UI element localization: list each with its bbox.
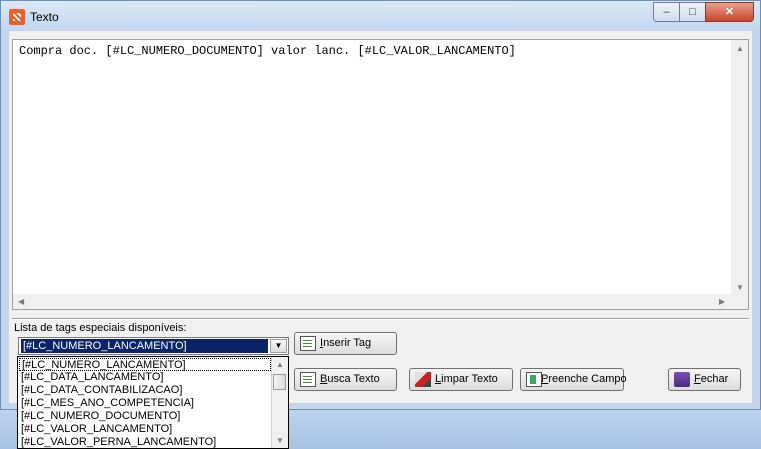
- separator: [12, 318, 749, 320]
- list-item[interactable]: [#LC_MES_ANO_COMPETENCIA]: [19, 397, 194, 410]
- text-window: Texto – □ ✕ Compra doc. [#LC_NUMERO_DOCU…: [0, 0, 761, 410]
- minimize-button[interactable]: –: [653, 2, 680, 22]
- list-item[interactable]: [#LC_NUMERO_LANCAMENTO]: [19, 358, 271, 371]
- scroll-up-icon[interactable]: ▲: [276, 360, 284, 369]
- app-icon: [9, 9, 25, 25]
- scroll-corner: [731, 294, 748, 309]
- exit-door-icon: [674, 372, 690, 387]
- tags-dropdown-list[interactable]: [#LC_NUMERO_LANCAMENTO] [#LC_DATA_LANCAM…: [17, 356, 289, 449]
- vertical-scrollbar[interactable]: ▲ ▼: [731, 40, 748, 295]
- dropdown-scrollbar[interactable]: ▲ ▼: [271, 357, 288, 448]
- list-item[interactable]: [#LC_DATA_LANCAMENTO]: [19, 371, 163, 384]
- list-item[interactable]: [#LC_VALOR_LANCAMENTO]: [19, 423, 172, 436]
- search-text-button[interactable]: Busca Texto: [294, 368, 397, 391]
- close-label: echar: [700, 373, 729, 385]
- dialog-content: Compra doc. [#LC_NUMERO_DOCUMENTO] valor…: [9, 31, 752, 403]
- clear-text-label: impar Texto: [441, 373, 498, 385]
- list-item[interactable]: [#LC_DATA_CONTABILIZACAO]: [19, 384, 182, 397]
- fill-field-label: reenche Campo: [548, 373, 627, 385]
- text-editor[interactable]: Compra doc. [#LC_NUMERO_DOCUMENTO] valor…: [12, 39, 749, 310]
- close-mnemonic: F: [694, 373, 701, 385]
- insert-tag-label: nserir Tag: [323, 337, 372, 349]
- scroll-down-icon[interactable]: ▼: [276, 436, 284, 445]
- fill-field-icon: [526, 372, 542, 387]
- chevron-down-icon[interactable]: ▼: [270, 339, 287, 353]
- insert-doc-icon: [300, 336, 316, 351]
- search-text-label: usca Texto: [327, 373, 380, 385]
- horizontal-scrollbar[interactable]: ◀ ▶: [13, 294, 732, 309]
- window-title: Texto: [30, 10, 59, 24]
- list-item[interactable]: [#LC_VALOR_PERNA_LANCAMENTO]: [19, 436, 216, 448]
- tags-label: Lista de tags especiais disponíveis:: [14, 322, 187, 334]
- scroll-down-icon[interactable]: ▼: [736, 283, 744, 292]
- title-bar[interactable]: Texto – □ ✕: [1, 1, 760, 31]
- close-button[interactable]: Fechar: [668, 368, 741, 391]
- scroll-up-icon[interactable]: ▲: [736, 44, 744, 53]
- maximize-button[interactable]: □: [679, 2, 706, 22]
- eraser-icon: [415, 372, 431, 387]
- tags-combobox[interactable]: [#LC_NUMERO_LANCAMENTO] ▼: [18, 337, 289, 355]
- tags-selected-value[interactable]: [#LC_NUMERO_LANCAMENTO]: [21, 339, 268, 353]
- fill-field-button[interactable]: Preenche Campo: [520, 368, 627, 391]
- editor-text[interactable]: Compra doc. [#LC_NUMERO_DOCUMENTO] valor…: [19, 44, 516, 58]
- list-item[interactable]: [#LC_NUMERO_DOCUMENTO]: [19, 410, 180, 423]
- scroll-thumb[interactable]: [273, 374, 286, 390]
- insert-tag-button[interactable]: Inserir Tag: [294, 332, 397, 355]
- clear-text-button[interactable]: Limpar Texto: [409, 368, 513, 391]
- search-doc-icon: [300, 372, 316, 387]
- scroll-left-icon[interactable]: ◀: [18, 297, 24, 306]
- close-window-button[interactable]: ✕: [705, 2, 754, 22]
- scroll-right-icon[interactable]: ▶: [719, 297, 725, 306]
